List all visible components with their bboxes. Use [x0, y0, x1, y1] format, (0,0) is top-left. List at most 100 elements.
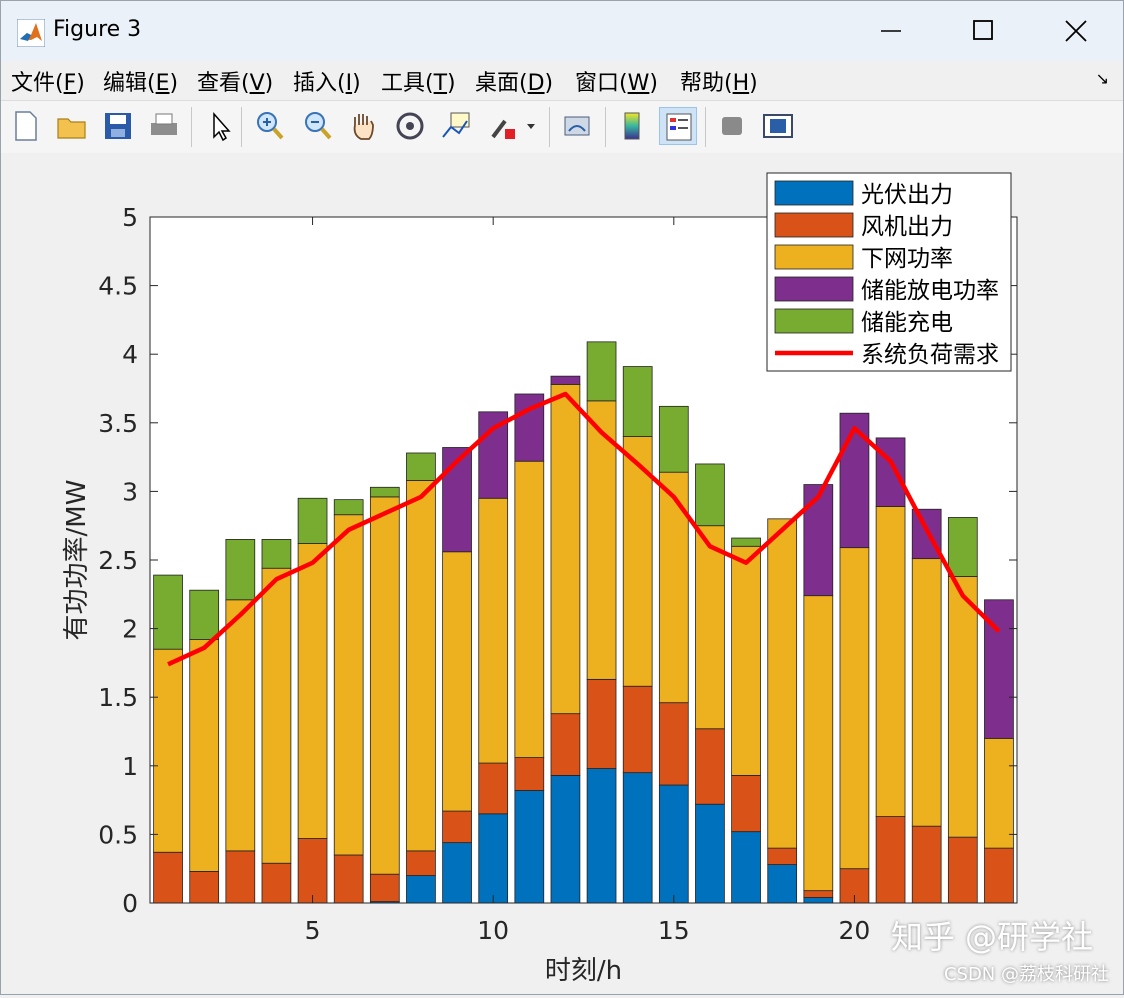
new-figure-button[interactable]: [7, 107, 45, 145]
y-tick-label: 3: [122, 477, 138, 506]
menu-label: 文件(: [11, 71, 64, 96]
brush-button[interactable]: [485, 107, 523, 145]
bar-光伏出力-12: [551, 775, 580, 903]
x-tick-label: 5: [305, 916, 321, 945]
legend[interactable]: 光伏出力风机出力下网功率储能放电功率储能充电系统负荷需求: [767, 173, 1011, 371]
bar-下网功率-9: [443, 552, 472, 811]
show-plot-tools-button[interactable]: [759, 107, 797, 145]
menu-item-4[interactable]: 工具(T): [381, 65, 456, 97]
legend-label: 光伏出力: [861, 182, 953, 208]
bar-储能充电-16: [695, 464, 724, 526]
colorbar-button[interactable]: [613, 107, 651, 145]
pointer-icon: [201, 107, 239, 145]
bar-风机出力-13: [587, 679, 616, 768]
legend-label: 系统负荷需求: [861, 342, 999, 368]
bar-下网功率-19: [804, 596, 833, 891]
figure-toolbar: [1, 100, 1123, 154]
minimize-button[interactable]: [869, 11, 913, 51]
menu-item-1[interactable]: 编辑(E): [103, 65, 178, 97]
dropdown-arrow-icon[interactable]: [525, 107, 537, 145]
bar-储能充电-7: [370, 487, 399, 497]
menu-label-end: ): [352, 71, 361, 96]
bar-储能充电-3: [226, 539, 255, 599]
rotate-3d-icon: [391, 107, 429, 145]
zoom-out-button[interactable]: [299, 107, 337, 145]
menu-accelerator: W: [628, 71, 650, 96]
pan-hand-icon: [345, 107, 383, 145]
bar-下网功率-1: [154, 649, 183, 852]
print-button[interactable]: [145, 107, 183, 145]
bar-风机出力-24: [984, 848, 1013, 903]
data-cursor-button[interactable]: [437, 107, 475, 145]
data-cursor-icon: [437, 107, 475, 145]
bar-风机出力-15: [659, 703, 688, 785]
bar-下网功率-23: [948, 576, 977, 837]
menu-label-end: ): [265, 71, 274, 96]
open-file-button[interactable]: [53, 107, 91, 145]
pointer-button[interactable]: [201, 107, 239, 145]
close-icon: [1053, 11, 1097, 51]
y-tick-label: 3.5: [98, 409, 138, 438]
bar-光伏出力-10: [479, 814, 508, 903]
close-button[interactable]: [1053, 11, 1097, 51]
legend-button[interactable]: [659, 107, 697, 145]
y-tick-label: 0: [122, 889, 138, 918]
bar-风机出力-14: [623, 686, 652, 772]
bar-光伏出力-18: [768, 865, 797, 903]
bar-下网功率-18: [768, 519, 797, 848]
figure-window: Figure 3 ↘ 文件(F) 编辑(E) 查看(V) 插入(I) 工具(T) 桌面(D…: [0, 0, 1124, 995]
menu-item-6[interactable]: 窗口(W): [575, 65, 658, 97]
bar-储能充电-8: [406, 453, 435, 480]
menu-item-2[interactable]: 查看(V): [197, 65, 273, 97]
y-tick-label: 4.5: [98, 272, 138, 301]
bar-储能充电-4: [262, 539, 291, 568]
bar-风机出力-7: [370, 874, 399, 901]
brush-icon: [485, 107, 523, 145]
menu-item-7[interactable]: 帮助(H): [680, 65, 758, 97]
x-tick-label: 20: [839, 916, 871, 945]
bar-风机出力-9: [443, 811, 472, 843]
bar-下网功率-5: [298, 544, 327, 839]
bar-储能充电-1: [154, 575, 183, 649]
menu-label-end: ): [76, 71, 85, 96]
menu-label: 编辑(: [103, 71, 156, 96]
title-bar[interactable]: Figure 3: [1, 1, 1123, 61]
link-plot-button[interactable]: [559, 107, 597, 145]
bar-风机出力-22: [912, 826, 941, 903]
dock-arrow-icon[interactable]: ↘: [1096, 69, 1109, 88]
x-axis-label: 时刻/h: [545, 956, 622, 986]
legend-swatch: [775, 309, 853, 333]
menu-item-0[interactable]: 文件(F): [11, 65, 85, 97]
bar-风机出力-4: [262, 863, 291, 903]
menu-accelerator: H: [733, 71, 750, 96]
maximize-button[interactable]: [961, 11, 1005, 51]
menu-label: 插入(: [293, 71, 346, 96]
bar-风机出力-16: [695, 729, 724, 804]
link-plot-icon: [559, 107, 597, 145]
zoom-in-button[interactable]: [251, 107, 289, 145]
bar-下网功率-2: [190, 640, 219, 872]
matlab-logo-icon: [17, 19, 45, 47]
y-tick-label: 0.5: [98, 820, 138, 849]
y-tick-label: 4: [122, 340, 138, 369]
bar-风机出力-17: [732, 775, 761, 831]
menu-item-5[interactable]: 桌面(D): [475, 65, 553, 97]
menu-item-3[interactable]: 插入(I): [293, 65, 361, 97]
menu-accelerator: T: [434, 71, 447, 96]
pan-hand-button[interactable]: [345, 107, 383, 145]
legend-label: 下网功率: [861, 246, 953, 272]
hide-plot-tools-button[interactable]: [713, 107, 751, 145]
rotate-3d-button[interactable]: [391, 107, 429, 145]
save-button[interactable]: [99, 107, 137, 145]
bar-下网功率-20: [840, 548, 869, 869]
bar-光伏出力-15: [659, 785, 688, 903]
bar-储能放电功率-12: [551, 376, 580, 384]
bar-储能充电-6: [334, 500, 363, 515]
menu-label: 工具(: [381, 71, 434, 96]
bar-下网功率-22: [912, 559, 941, 827]
bar-储能充电-5: [298, 498, 327, 543]
bar-下网功率-12: [551, 384, 580, 713]
bar-下网功率-6: [334, 515, 363, 855]
bar-光伏出力-19: [804, 898, 833, 903]
menu-label-end: ): [649, 71, 658, 96]
